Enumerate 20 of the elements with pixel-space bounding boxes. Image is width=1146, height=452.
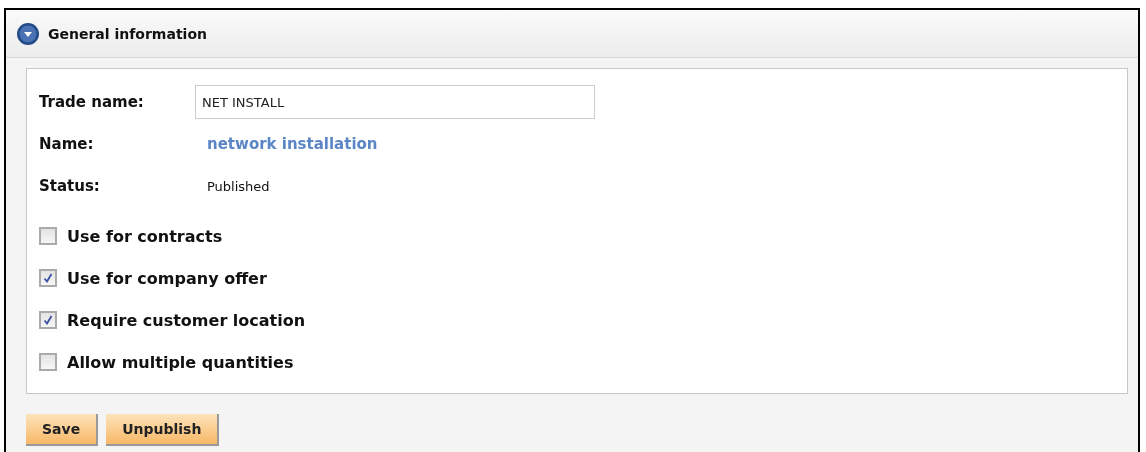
field-label: Status:	[39, 177, 101, 195]
field-label: Trade name:	[39, 93, 145, 111]
checkbox-option[interactable]: Use for company offer	[39, 257, 1117, 299]
name-link[interactable]: network installation	[207, 135, 378, 153]
field-label: Name:	[39, 135, 95, 153]
trade-name-field[interactable]: NET INSTALL	[195, 85, 595, 119]
checkbox-option[interactable]: Require customer location	[39, 299, 1117, 341]
status-value: Published	[207, 178, 270, 194]
checkbox[interactable]	[39, 353, 57, 371]
checkbox[interactable]	[39, 227, 57, 245]
action-button[interactable]: Unpublish	[106, 414, 220, 446]
checkbox[interactable]	[39, 311, 57, 329]
action-button[interactable]: Save	[26, 414, 99, 446]
checkbox-option[interactable]: Use for contracts	[39, 215, 1117, 257]
checkbox[interactable]	[39, 269, 57, 287]
check-icon	[43, 273, 53, 283]
panel-title: General information	[48, 25, 207, 42]
check-icon	[43, 315, 53, 325]
checkbox-option[interactable]: Allow multiple quantities	[39, 341, 1117, 383]
collapse-icon[interactable]	[16, 21, 40, 46]
